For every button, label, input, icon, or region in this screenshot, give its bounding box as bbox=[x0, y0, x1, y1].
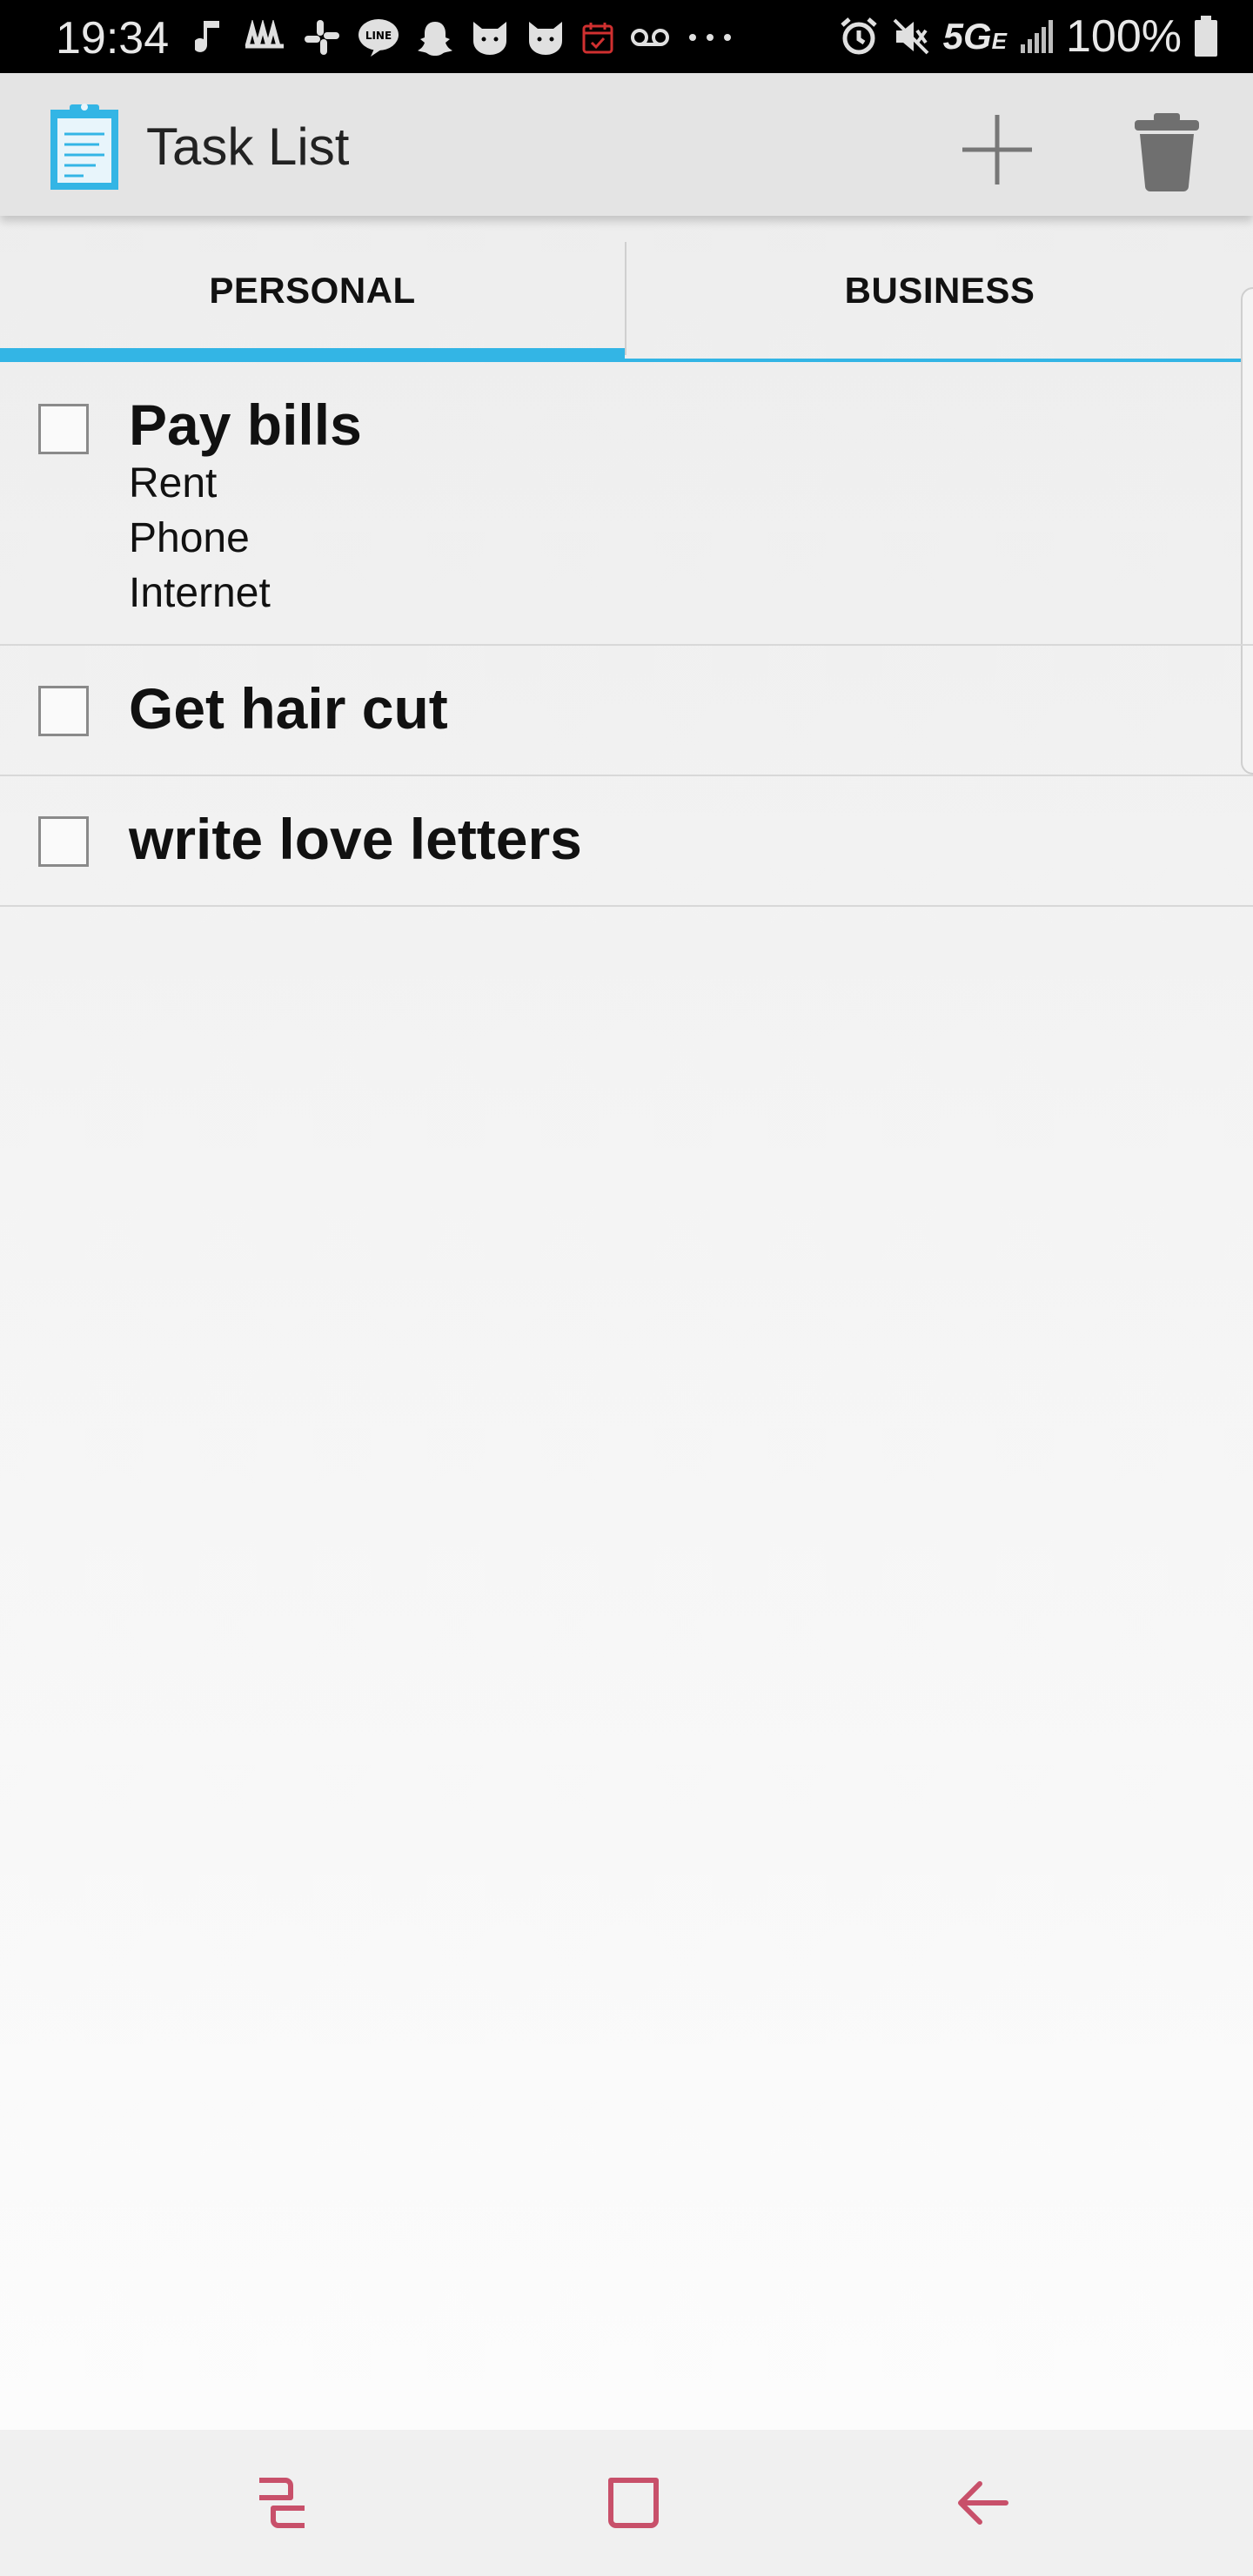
alarm-icon bbox=[839, 17, 879, 57]
battery-icon bbox=[1194, 16, 1218, 57]
tab-bar: PERSONAL BUSINESS bbox=[0, 216, 1253, 366]
task-checkbox[interactable] bbox=[38, 816, 89, 867]
task-title: Get hair cut bbox=[129, 676, 448, 741]
battery-percentage: 100% bbox=[1066, 11, 1182, 62]
tab-business[interactable]: BUSINESS bbox=[626, 216, 1253, 366]
app-icon bbox=[242, 20, 287, 55]
task-title: Pay bills bbox=[129, 392, 362, 457]
home-icon bbox=[608, 2478, 659, 2528]
navigation-bar bbox=[0, 2430, 1253, 2576]
cat-icon bbox=[470, 18, 510, 57]
system-status: 5GE 100% bbox=[839, 11, 1218, 62]
recent-apps-button[interactable] bbox=[247, 2468, 317, 2538]
task-row[interactable]: write love letters bbox=[0, 776, 1253, 907]
snapchat-icon bbox=[416, 18, 454, 57]
recent-apps-icon bbox=[259, 2478, 305, 2528]
clipboard-icon bbox=[47, 101, 122, 191]
music-note-icon bbox=[195, 17, 226, 57]
task-checkbox[interactable] bbox=[38, 686, 89, 736]
back-icon bbox=[958, 2481, 1008, 2525]
task-note: Internet bbox=[129, 570, 271, 616]
status-time: 19:34 bbox=[56, 13, 170, 64]
network-subtype-label: E bbox=[991, 28, 1007, 54]
line-icon: LINE bbox=[357, 17, 400, 57]
back-button[interactable] bbox=[948, 2468, 1018, 2538]
app-title: Task List bbox=[146, 117, 350, 176]
task-checkbox[interactable] bbox=[38, 404, 89, 454]
signal-icon bbox=[1019, 18, 1054, 55]
voicemail-icon bbox=[630, 27, 670, 48]
svg-text:LINE: LINE bbox=[365, 30, 392, 42]
home-button[interactable] bbox=[599, 2468, 668, 2538]
trash-icon bbox=[1135, 113, 1199, 191]
tab-selected-indicator bbox=[0, 348, 625, 362]
plus-icon bbox=[962, 115, 1032, 184]
calendar-icon bbox=[581, 20, 614, 55]
network-type: 5GE bbox=[943, 16, 1007, 57]
slack-icon bbox=[303, 18, 341, 57]
mute-icon bbox=[891, 17, 931, 57]
task-title: write love letters bbox=[129, 807, 582, 871]
add-task-button[interactable] bbox=[952, 104, 1042, 195]
tab-underline bbox=[625, 359, 1253, 362]
app-bar: Task List bbox=[0, 73, 1253, 216]
task-row[interactable]: Get hair cut bbox=[0, 646, 1253, 776]
status-bar: 19:34 LINE 5GE 100% bbox=[0, 0, 1253, 73]
task-note: Phone bbox=[129, 515, 250, 561]
delete-button[interactable] bbox=[1128, 104, 1206, 195]
notification-icons: LINE bbox=[195, 16, 734, 59]
tab-personal[interactable]: PERSONAL bbox=[0, 216, 625, 366]
task-list: Pay bills Rent Phone Internet Get hair c… bbox=[0, 366, 1253, 907]
task-note: Rent bbox=[129, 460, 218, 506]
task-notes: Rent Phone Internet bbox=[129, 456, 271, 621]
network-type-label: 5G bbox=[942, 16, 992, 57]
more-dots-icon bbox=[686, 32, 734, 43]
task-row[interactable]: Pay bills Rent Phone Internet bbox=[0, 366, 1253, 646]
cat-icon bbox=[526, 18, 566, 57]
